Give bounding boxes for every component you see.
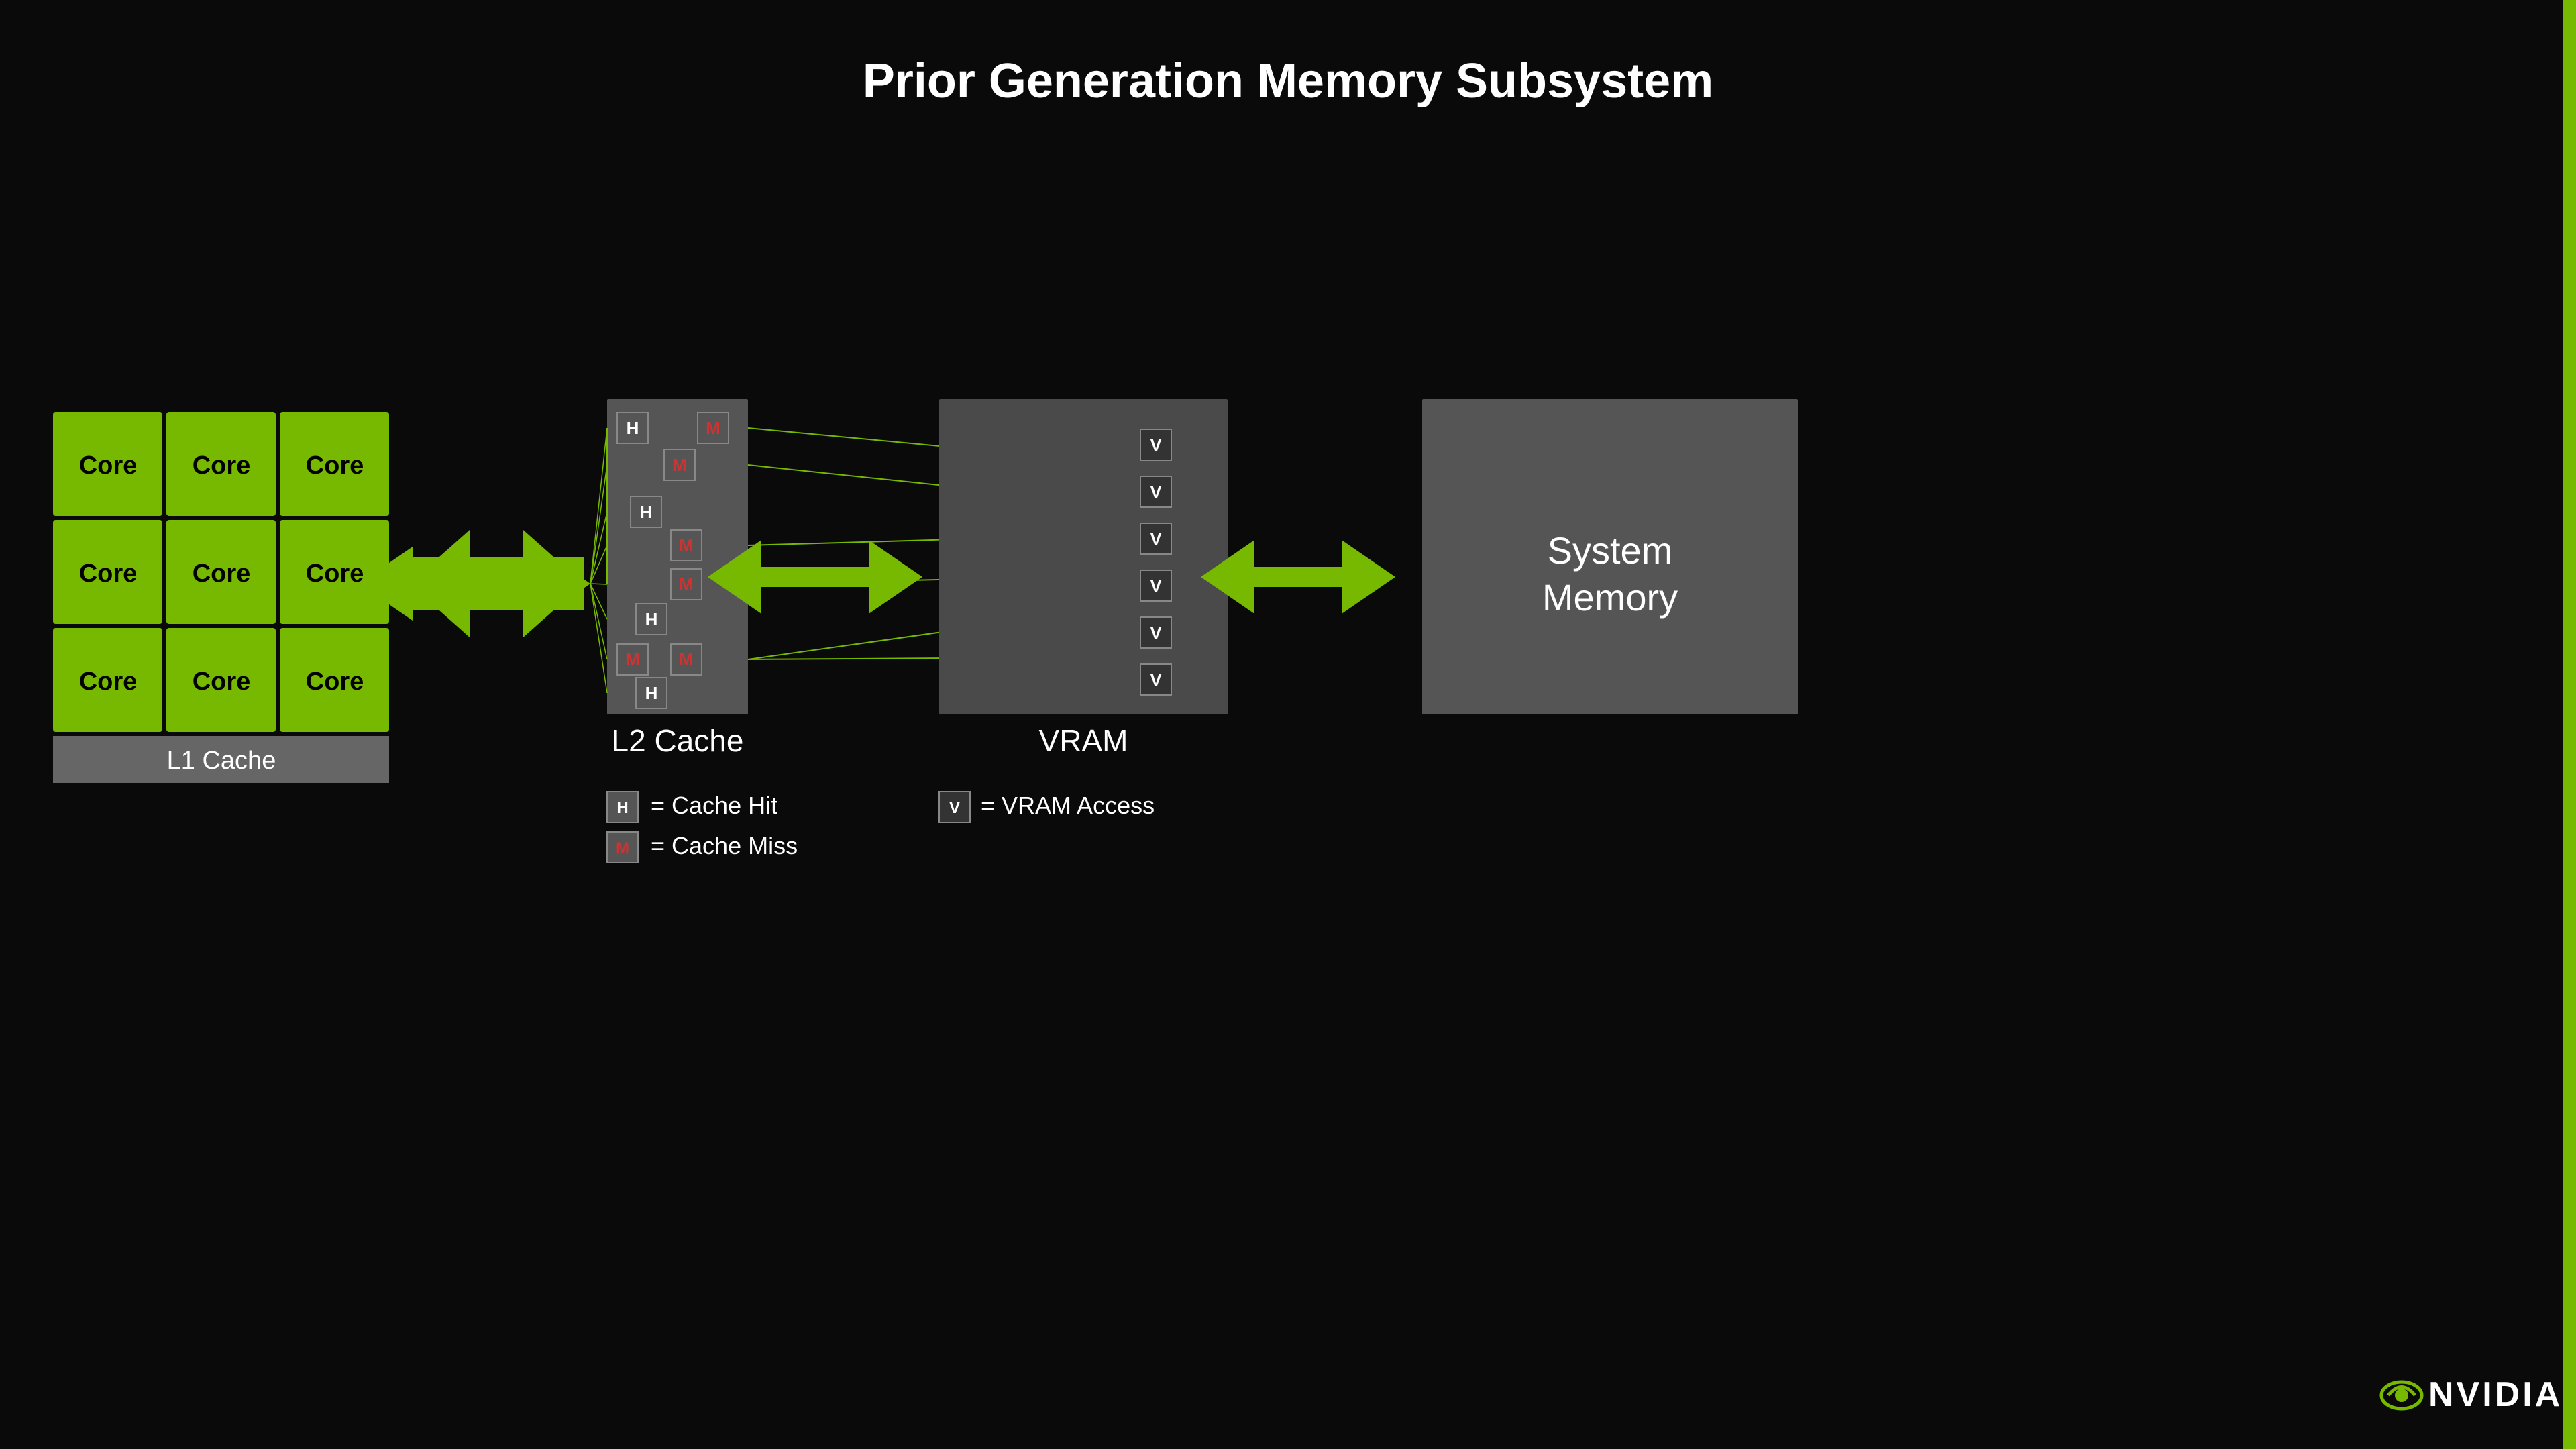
- page-title: Prior Generation Memory Subsystem: [0, 0, 2576, 109]
- svg-text:M: M: [679, 649, 694, 669]
- svg-text:Core: Core: [193, 667, 251, 696]
- svg-text:Core: Core: [306, 667, 364, 696]
- svg-text:NVIDIA: NVIDIA: [2428, 1375, 2563, 1414]
- svg-text:M: M: [625, 649, 640, 669]
- svg-text:Core: Core: [79, 451, 138, 480]
- svg-text:= Cache Miss: = Cache Miss: [651, 832, 798, 859]
- svg-text:System: System: [1548, 529, 1673, 572]
- svg-text:Core: Core: [79, 667, 138, 696]
- svg-text:M: M: [679, 535, 694, 555]
- svg-text:L2 Cache: L2 Cache: [612, 723, 744, 758]
- svg-text:M: M: [672, 455, 687, 475]
- svg-text:M: M: [679, 574, 694, 594]
- svg-text:V: V: [1150, 482, 1162, 502]
- svg-text:= VRAM Access: = VRAM Access: [981, 792, 1155, 819]
- svg-text:V: V: [1150, 529, 1162, 549]
- svg-text:H: H: [627, 418, 639, 438]
- svg-text:M: M: [616, 839, 629, 857]
- svg-text:Core: Core: [306, 559, 364, 588]
- svg-text:M: M: [706, 418, 720, 438]
- svg-text:L1 Cache: L1 Cache: [167, 747, 276, 775]
- svg-text:V: V: [949, 799, 960, 817]
- svg-text:H: H: [645, 683, 658, 703]
- svg-text:Core: Core: [193, 451, 251, 480]
- svg-text:H: H: [645, 609, 658, 629]
- svg-text:V: V: [1150, 576, 1162, 596]
- svg-text:VRAM: VRAM: [1039, 723, 1128, 758]
- svg-text:H: H: [640, 502, 653, 522]
- svg-text:H: H: [616, 799, 628, 817]
- svg-text:V: V: [1150, 435, 1162, 455]
- svg-text:V: V: [1150, 669, 1162, 690]
- svg-text:Core: Core: [79, 559, 138, 588]
- svg-text:Core: Core: [193, 559, 251, 588]
- svg-text:= Cache Hit: = Cache Hit: [651, 792, 777, 819]
- svg-text:Memory: Memory: [1542, 576, 1678, 619]
- svg-text:V: V: [1150, 623, 1162, 643]
- svg-text:Core: Core: [306, 451, 364, 480]
